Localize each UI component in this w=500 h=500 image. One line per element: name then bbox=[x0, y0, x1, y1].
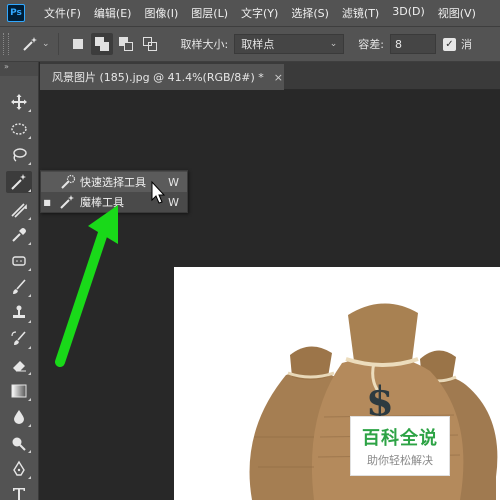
menu-bar: Ps 文件(F) 编辑(E) 图像(I) 图层(L) 文字(Y) 选择(S) 滤… bbox=[0, 0, 500, 26]
brush-icon bbox=[13, 279, 26, 294]
tolerance-input[interactable]: 8 bbox=[389, 34, 436, 54]
watermark-badge: 百科全说 助你轻松解决 bbox=[350, 416, 450, 476]
gradient-tool-button[interactable] bbox=[6, 380, 32, 402]
add-to-selection-button[interactable] bbox=[90, 33, 113, 55]
close-icon[interactable]: × bbox=[274, 71, 283, 84]
options-bar: ⌄ 取样大小: 取样点 ⌄ 容差: 8 ✓ 消 bbox=[0, 26, 500, 62]
intersect-selection-icon bbox=[142, 37, 157, 51]
antialias-checkbox[interactable]: ✓ bbox=[442, 37, 456, 51]
money-bags-illustration: $ bbox=[249, 303, 498, 500]
quick-selection-icon bbox=[61, 174, 76, 189]
menu-filter[interactable]: 滤镜(T) bbox=[342, 5, 379, 21]
bandage-icon bbox=[12, 256, 26, 266]
spot-healing-tool-button[interactable] bbox=[6, 250, 32, 272]
tools-panel: » bbox=[0, 62, 39, 500]
tool-preset-picker[interactable]: ⌄ bbox=[21, 35, 50, 53]
subtract-selection-icon bbox=[118, 37, 133, 51]
photoshop-logo: Ps bbox=[7, 4, 25, 22]
stamp-icon bbox=[13, 305, 25, 318]
flyout-item-quick-selection[interactable]: 快速选择工具 W bbox=[41, 172, 187, 192]
magic-wand-icon bbox=[60, 195, 74, 209]
sample-size-select[interactable]: 取样点 ⌄ bbox=[234, 34, 345, 54]
new-selection-button[interactable] bbox=[67, 33, 89, 55]
chevron-down-icon: ⌄ bbox=[42, 39, 50, 49]
flyout-shortcut-magic-wand: W bbox=[168, 195, 179, 209]
magic-wand-icon bbox=[23, 37, 37, 51]
tolerance-label: 容差: bbox=[358, 38, 384, 51]
flyout-item-magic-wand[interactable]: ■ 魔棒工具 W bbox=[41, 192, 187, 212]
dodge-tool-button[interactable] bbox=[6, 432, 32, 454]
elliptical-marquee-icon bbox=[11, 123, 27, 135]
tool-flyout-menu: 快速选择工具 W ■ 魔棒工具 W bbox=[40, 170, 188, 213]
menu-3d[interactable]: 3D(D) bbox=[392, 5, 425, 21]
flyout-label-quick-selection: 快速选择工具 bbox=[80, 176, 146, 189]
new-selection-icon bbox=[72, 39, 83, 49]
sample-size-value: 取样点 bbox=[241, 38, 275, 51]
document-tab[interactable]: 风景图片 (185).jpg @ 41.4%(RGB/8#) * × bbox=[40, 64, 284, 90]
marquee-tool-button[interactable] bbox=[6, 118, 32, 140]
watermark-subtitle: 助你轻松解决 bbox=[367, 454, 433, 467]
tools-panel-collapse[interactable]: » bbox=[0, 62, 38, 76]
type-icon bbox=[13, 488, 25, 500]
intersect-selection-button[interactable] bbox=[139, 33, 161, 55]
subtract-from-selection-button[interactable] bbox=[115, 33, 137, 55]
pen-icon bbox=[13, 460, 25, 476]
menu-edit[interactable]: 编辑(E) bbox=[94, 5, 132, 21]
chevron-down-icon: ⌄ bbox=[329, 39, 338, 49]
menu-type[interactable]: 文字(Y) bbox=[241, 5, 278, 21]
menu-view[interactable]: 视图(V) bbox=[438, 5, 476, 21]
flyout-shortcut-quick-selection: W bbox=[168, 175, 179, 189]
crop-icon bbox=[11, 203, 27, 218]
move-tool-button[interactable] bbox=[6, 91, 32, 113]
history-brush-icon bbox=[11, 331, 26, 345]
options-bar-grip[interactable] bbox=[3, 33, 9, 55]
magic-wand-icon bbox=[11, 174, 26, 190]
antialias-label: 消 bbox=[460, 38, 472, 51]
document-tab-bar: 风景图片 (185).jpg @ 41.4%(RGB/8#) * × bbox=[40, 62, 500, 90]
menu-layer[interactable]: 图层(L) bbox=[191, 5, 228, 21]
lasso-icon bbox=[13, 148, 27, 162]
divider bbox=[57, 33, 59, 55]
brush-tool-button[interactable] bbox=[6, 276, 32, 298]
document-tab-title: 风景图片 (185).jpg @ 41.4%(RGB/8#) * bbox=[52, 71, 264, 84]
flyout-label-magic-wand: 魔棒工具 bbox=[80, 196, 124, 209]
type-tool-button[interactable] bbox=[6, 483, 32, 500]
document-image: $ 百科全说 助你轻松解决 bbox=[174, 267, 500, 500]
crop-tool-button[interactable] bbox=[6, 199, 32, 221]
current-tool-bullet-icon: ■ bbox=[43, 197, 51, 207]
eraser-icon bbox=[13, 361, 26, 372]
watermark-title: 百科全说 bbox=[362, 428, 438, 449]
move-icon bbox=[11, 94, 27, 110]
eyedropper-icon bbox=[12, 228, 26, 242]
magic-wand-tool-button[interactable] bbox=[6, 171, 32, 193]
menu-select[interactable]: 选择(S) bbox=[291, 5, 329, 21]
menu-image[interactable]: 图像(I) bbox=[144, 5, 178, 21]
eyedropper-tool-button[interactable] bbox=[6, 224, 32, 246]
history-brush-tool-button[interactable] bbox=[6, 328, 32, 350]
add-selection-icon bbox=[94, 37, 109, 51]
eraser-tool-button[interactable] bbox=[6, 354, 32, 376]
lasso-tool-button[interactable] bbox=[6, 144, 32, 166]
clone-stamp-tool-button[interactable] bbox=[6, 302, 32, 324]
pen-tool-button[interactable] bbox=[6, 458, 32, 480]
blur-tool-button[interactable] bbox=[6, 406, 32, 428]
sample-size-label: 取样大小: bbox=[180, 38, 229, 51]
menu-items: 文件(F) 编辑(E) 图像(I) 图层(L) 文字(Y) 选择(S) 滤镜(T… bbox=[44, 5, 489, 21]
droplet-icon bbox=[14, 410, 24, 424]
checkmark-icon: ✓ bbox=[445, 38, 454, 50]
menu-file[interactable]: 文件(F) bbox=[44, 5, 81, 21]
gradient-icon bbox=[11, 384, 27, 398]
dodge-icon bbox=[12, 437, 26, 451]
